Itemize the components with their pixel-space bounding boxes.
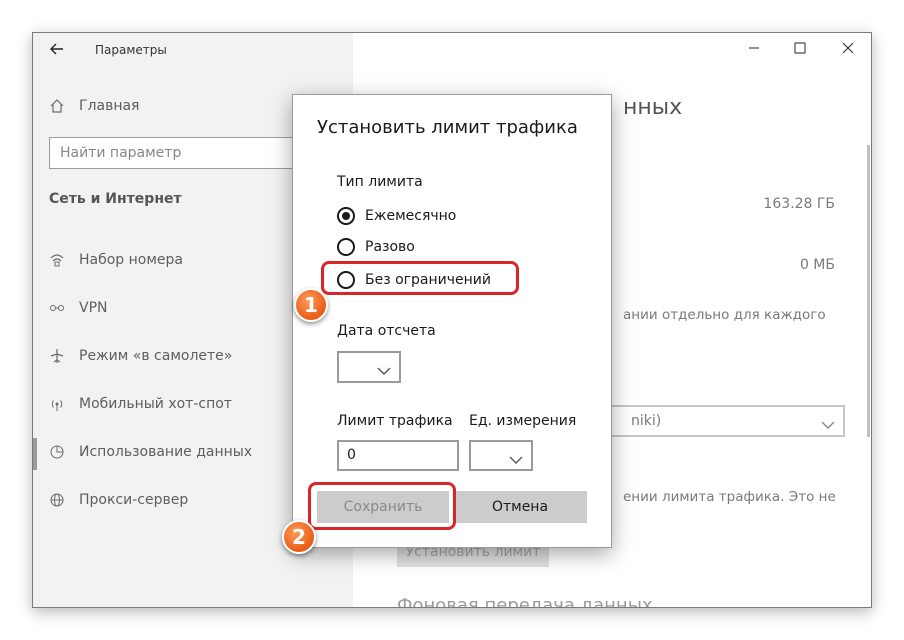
per-network-note: ании отдельно для каждого	[623, 307, 826, 323]
sidebar-item-label: Использование данных	[79, 444, 253, 460]
radio-label: Разово	[365, 239, 415, 255]
home-icon	[49, 98, 65, 114]
back-icon[interactable]	[49, 41, 69, 61]
reset-date-select[interactable]	[337, 351, 401, 383]
sidebar-item-label: Прокси-сервер	[79, 492, 189, 508]
traffic-limit-dialog: Установить лимит трафика Тип лимита Ежем…	[292, 94, 612, 548]
chevron-down-icon	[509, 450, 523, 469]
maximize-button[interactable]	[785, 39, 815, 61]
section-title: Сеть и Интернет	[49, 191, 182, 207]
radio-circle	[337, 238, 355, 256]
globe-icon	[49, 492, 65, 508]
background-data-heading: Фоновая передача данных	[397, 595, 653, 608]
minimize-button[interactable]	[739, 39, 769, 61]
hotspot-icon	[49, 396, 65, 412]
sidebar-item-label: VPN	[79, 300, 108, 316]
unit-label: Ед. измерения	[469, 413, 577, 429]
dialog-title: Установить лимит трафика	[317, 117, 578, 138]
chevron-down-icon	[377, 361, 391, 380]
usage-value-total: 163.28 ГБ	[763, 196, 835, 212]
highlight-save-button	[308, 482, 456, 530]
radio-dot	[342, 212, 350, 220]
data-usage-icon	[49, 444, 65, 460]
highlight-unlimited-option	[321, 261, 519, 295]
sidebar-item-label: Набор номера	[79, 252, 184, 268]
sidebar-item-label: Мобильный хот-спот	[79, 396, 232, 412]
limit-type-label: Тип лимита	[337, 174, 423, 190]
radio-circle	[337, 207, 355, 225]
usage-value-secondary: 0 МБ	[799, 257, 835, 273]
page-heading: нных	[623, 95, 683, 120]
sidebar-item-label: Режим «в самолете»	[79, 348, 233, 364]
unit-select[interactable]	[469, 440, 533, 471]
radio-one-time[interactable]: Разово	[337, 236, 415, 258]
step-badge-1: 1	[294, 288, 328, 322]
window-title: Параметры	[95, 43, 167, 57]
sidebar-item-label: Главная	[79, 98, 140, 114]
airplane-icon	[49, 348, 65, 364]
step-badge-2: 2	[282, 520, 316, 554]
chevron-down-icon	[821, 415, 835, 434]
close-button[interactable]	[833, 39, 863, 61]
dialup-icon	[49, 252, 65, 268]
radio-label: Ежемесячно	[365, 208, 457, 224]
traffic-limit-label: Лимит трафика	[337, 413, 453, 429]
vpn-icon	[49, 300, 65, 316]
scrollbar[interactable]	[867, 145, 870, 437]
limit-note: ении лимита трафика. Это не	[623, 489, 836, 505]
cancel-label: Отмена	[491, 499, 549, 515]
reset-date-label: Дата отсчета	[337, 323, 436, 339]
radio-monthly[interactable]: Ежемесячно	[337, 205, 456, 227]
cancel-button[interactable]: Отмена	[453, 491, 587, 523]
traffic-limit-input[interactable]: 0	[337, 440, 459, 471]
network-select-value: niki)	[631, 413, 662, 429]
